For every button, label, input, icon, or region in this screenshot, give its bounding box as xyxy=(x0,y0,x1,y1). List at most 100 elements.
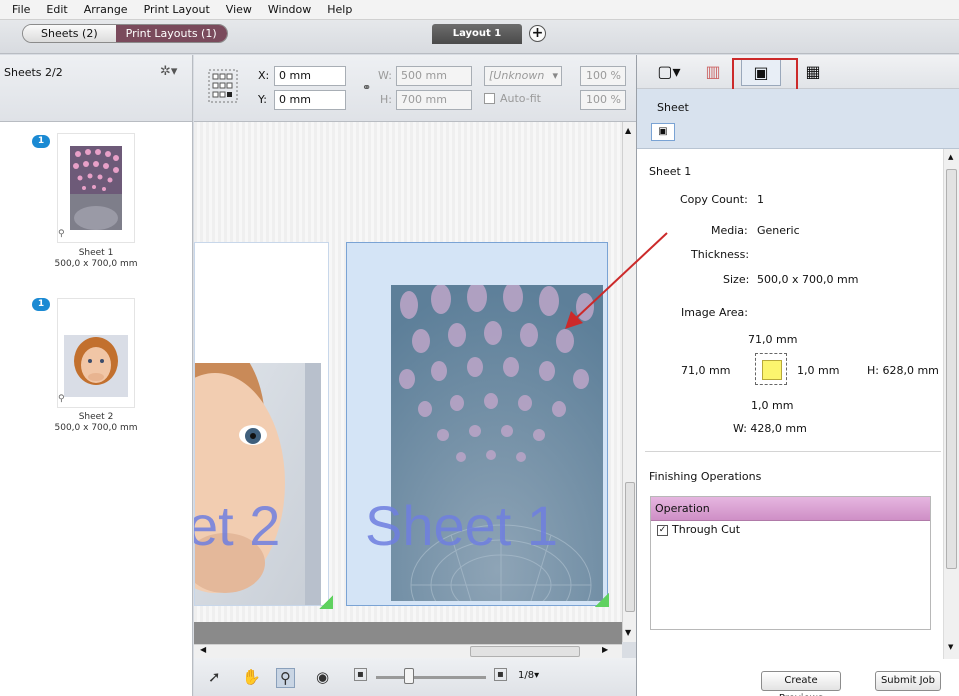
chevron-down-icon: ▾ xyxy=(552,69,558,82)
sheet-2-thumbnail[interactable] xyxy=(57,298,135,408)
scroll-thumb[interactable] xyxy=(470,646,580,657)
margin-top[interactable]: 71,0 mm xyxy=(748,333,797,346)
image-width: W: 428,0 mm xyxy=(733,422,807,435)
zoom-slider-thumb[interactable] xyxy=(404,668,414,684)
layout-canvas[interactable]: et 2 Sheet 1 xyxy=(194,122,622,622)
menu-help[interactable]: Help xyxy=(319,0,360,20)
media-select[interactable]: [Unknown ▾ xyxy=(484,66,562,86)
properties-panel: ▢▾ ▥ ▣ ▦ Sheet ▣ Sheet 1 Copy Count: 1 M… xyxy=(636,55,959,696)
margin-bottom[interactable]: 1,0 mm xyxy=(751,399,793,412)
gear-icon[interactable]: ✲▾ xyxy=(160,64,177,79)
sheet-view-icon[interactable]: ▣ xyxy=(651,123,675,141)
through-cut-checkbox[interactable]: ✓ xyxy=(657,524,668,536)
x-field[interactable]: 0 mm xyxy=(274,66,346,86)
properties-scrollbar[interactable]: ▲ ▼ xyxy=(943,149,959,659)
menu-arrange[interactable]: Arrange xyxy=(76,0,136,20)
scroll-left-icon[interactable]: ◀ xyxy=(200,645,206,654)
zoom-icon[interactable]: ⚲ xyxy=(58,394,65,404)
tab-print-layouts[interactable]: Print Layouts (1) xyxy=(115,25,227,42)
sheet-1-label: Sheet 1 xyxy=(365,494,559,557)
scroll-right-icon[interactable]: ▶ xyxy=(602,645,608,654)
sheet-2-preview xyxy=(64,335,128,397)
y-label: Y: xyxy=(258,93,267,106)
finishing-operations-table: Operation ✓ Through Cut xyxy=(650,496,931,630)
operation-row[interactable]: ✓ Through Cut xyxy=(651,521,930,539)
sheet-2-name: Sheet 2 xyxy=(78,412,114,422)
scroll-thumb[interactable] xyxy=(625,482,635,612)
size-label: Size: xyxy=(723,273,750,286)
operation-column-header[interactable]: Operation xyxy=(651,497,930,521)
sheets-panel: Sheets 2/2 ✲▾ 1 ⚲ Sheet 1 500,0 x 700,0 … xyxy=(0,55,193,696)
hand-tool-icon[interactable]: ✋ xyxy=(242,668,261,686)
copy-count-label: Copy Count: xyxy=(680,193,748,206)
submit-job-button[interactable]: Submit Job xyxy=(875,671,941,691)
tab-strip: Sheets (2) Print Layouts (1) Layout 1 + xyxy=(0,20,959,54)
pointer-tool-icon[interactable]: ➚ xyxy=(208,668,221,686)
sheet-name: Sheet 1 xyxy=(649,165,692,178)
zoom-icon[interactable]: ⚲ xyxy=(58,229,65,239)
scroll-down-icon[interactable]: ▼ xyxy=(948,643,953,651)
sheet-1-name: Sheet 1 xyxy=(78,248,114,258)
scroll-up-icon[interactable]: ▲ xyxy=(625,126,631,135)
zoom-in-icon[interactable]: ▪ xyxy=(494,668,507,681)
menu-view[interactable]: View xyxy=(218,0,260,20)
zoom-slider[interactable] xyxy=(376,668,486,684)
anchor-grid-icon[interactable] xyxy=(206,67,240,105)
menu-bar: File Edit Arrange Print Layout View Wind… xyxy=(0,0,959,20)
canvas-bottom-toolbar: ➚ ✋ ⚲ ◉ ▪ ▪ 1/8▾ xyxy=(194,658,636,696)
layout-tab-icon[interactable]: ▦ xyxy=(793,58,833,86)
scale-y-field[interactable]: 100 % xyxy=(580,90,626,110)
margin-right[interactable]: 1,0 mm xyxy=(797,364,839,377)
scale-x-field[interactable]: 100 % xyxy=(580,66,626,86)
y-field[interactable]: 0 mm xyxy=(274,90,346,110)
page-indicator[interactable]: 1/8▾ xyxy=(518,670,539,681)
sheet-2-label: et 2 xyxy=(194,494,281,557)
sheet-badge: 1 xyxy=(32,298,50,311)
menu-window[interactable]: Window xyxy=(260,0,319,20)
menu-edit[interactable]: Edit xyxy=(38,0,75,20)
canvas-gutter xyxy=(194,622,622,644)
menu-file[interactable]: File xyxy=(4,0,38,20)
image-area-box xyxy=(762,360,782,380)
canvas-vertical-scrollbar[interactable]: ▲ ▼ xyxy=(622,122,636,642)
resize-handle[interactable] xyxy=(319,595,333,609)
autofit-checkbox[interactable] xyxy=(484,93,495,104)
eye-icon[interactable]: ◉ xyxy=(316,668,329,686)
position-toolbar: X: 0 mm Y: 0 mm ⚭ W: 500 mm H: 700 mm [U… xyxy=(194,55,636,122)
tab-sheets[interactable]: Sheets (2) xyxy=(23,25,116,42)
w-label: W: xyxy=(378,69,392,82)
copy-count-value[interactable]: 1 xyxy=(757,193,764,206)
zoom-tool-icon[interactable]: ⚲ xyxy=(276,668,295,688)
color-icon[interactable]: ▥ xyxy=(693,58,733,86)
view-switcher: Sheets (2) Print Layouts (1) xyxy=(22,24,228,43)
link-proportions-icon[interactable]: ⚭ xyxy=(362,81,371,94)
resize-handle[interactable] xyxy=(595,593,609,607)
width-field[interactable]: 500 mm xyxy=(396,66,472,86)
canvas-horizontal-scrollbar[interactable]: ◀ ▶ xyxy=(194,644,622,658)
sheet-subheader-title: Sheet xyxy=(657,101,689,114)
through-cut-label: Through Cut xyxy=(672,523,741,536)
margin-left[interactable]: 71,0 mm xyxy=(681,364,730,377)
finishing-label: Finishing Operations xyxy=(649,470,762,483)
sheet-2-size: 500,0 x 700,0 mm xyxy=(54,423,138,433)
scroll-down-icon[interactable]: ▼ xyxy=(625,628,631,637)
tab-layout-1[interactable]: Layout 1 xyxy=(432,24,522,44)
height-field[interactable]: 700 mm xyxy=(396,90,472,110)
sheet-1-thumbnail[interactable] xyxy=(57,133,135,243)
scroll-thumb[interactable] xyxy=(946,169,957,569)
sheet-2-page[interactable]: et 2 xyxy=(194,242,333,609)
image-area-label: Image Area: xyxy=(681,306,748,319)
add-tab-button[interactable]: + xyxy=(529,25,546,42)
zoom-out-icon[interactable]: ▪ xyxy=(354,668,367,681)
image-height: H: 628,0 mm xyxy=(867,364,939,377)
menu-print-layout[interactable]: Print Layout xyxy=(136,0,218,20)
create-previews-button[interactable]: Create Previews xyxy=(761,671,841,696)
sheet-2-image xyxy=(195,363,321,605)
h-label: H: xyxy=(380,93,392,106)
media-value[interactable]: Generic xyxy=(757,224,800,237)
scroll-up-icon[interactable]: ▲ xyxy=(948,153,953,161)
sheet-1-size: 500,0 x 700,0 mm xyxy=(54,259,138,269)
document-icon[interactable]: ▢▾ xyxy=(649,58,689,86)
media-select-value: [Unknown xyxy=(489,69,545,82)
sheet-badge: 1 xyxy=(32,135,50,148)
